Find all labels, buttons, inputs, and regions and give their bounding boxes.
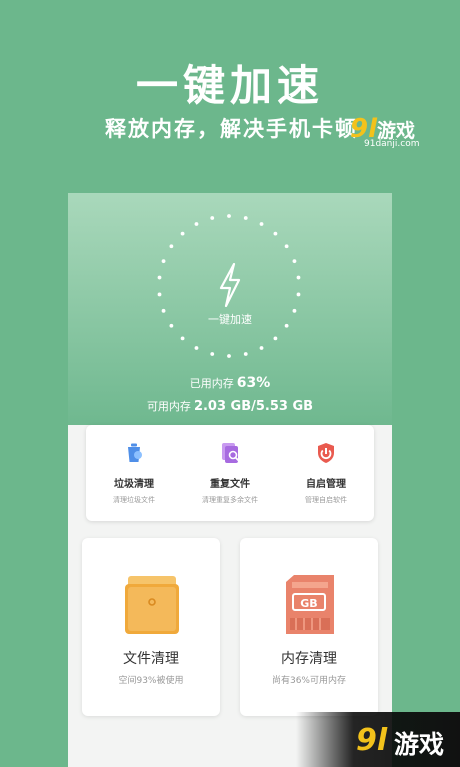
dial-dot (194, 222, 199, 226)
phone-screen: 一键加速 已用内存 63% 可用内存 2.03 GB/5.53 GB 垃圾清理 清理… (68, 193, 392, 767)
dial-dot (194, 346, 199, 350)
dial-dot (157, 275, 162, 280)
memory-clean-card[interactable]: GB 内存清理 尚有36%可用内存 (240, 538, 378, 716)
dial-dot (227, 214, 231, 218)
dial-dot (273, 231, 278, 236)
dial-dot (161, 259, 166, 264)
available-memory-value: 2.03 GB/5.53 GB (193, 399, 314, 414)
duplicate-file-icon (222, 443, 240, 463)
dial-dot (210, 352, 215, 356)
dial-dot (169, 244, 174, 249)
dial-dot (259, 222, 264, 226)
tool-title: 自启管理 (306, 479, 346, 490)
used-memory-percent: 63% (236, 375, 271, 391)
used-memory-label: 已用内存 (189, 377, 234, 390)
tool-autostart-manage[interactable]: 自启管理 管理自启软件 (278, 441, 374, 505)
tool-junk-clean[interactable]: 垃圾清理 清理垃圾文件 (86, 441, 182, 505)
watermark-top: 9l游戏 91danji.com (350, 114, 446, 154)
svg-text:GB: GB (300, 597, 317, 610)
dial-dot (243, 352, 248, 356)
dial-dot (259, 346, 264, 350)
dial-dot (180, 336, 185, 341)
available-memory: 可用内存 2.03 GB/5.53 GB (68, 398, 392, 414)
lightning-icon (219, 263, 241, 307)
dial-dot (157, 292, 162, 297)
watermark-bottom: 9l 游戏 (296, 712, 460, 767)
promo-headline: 一键加速 (135, 61, 324, 110)
trash-clean-icon (128, 443, 142, 462)
shield-icon (318, 443, 334, 463)
watermark-logo: 9l (356, 723, 388, 758)
dial-dot (296, 275, 301, 280)
tool-title: 垃圾清理 (114, 479, 154, 490)
available-memory-label: 可用内存 (146, 400, 191, 413)
used-memory: 已用内存 63% (68, 375, 392, 391)
card-subtitle: 尚有36%可用内存 (271, 676, 346, 686)
card-subtitle: 空间93%被使用 (118, 676, 184, 686)
watermark-name: 游戏 (394, 730, 445, 759)
tool-duplicate-files[interactable]: 重复文件 清理重复多余文件 (182, 441, 278, 505)
tool-subtitle: 管理自启软件 (305, 496, 347, 504)
promo-subline: 释放内存，解决手机卡顿 (105, 117, 358, 141)
dial-dot (284, 244, 289, 249)
dial-dot (296, 292, 301, 297)
dial-dot (180, 231, 185, 236)
tool-subtitle: 清理重复多余文件 (202, 496, 258, 504)
folder-icon (125, 576, 179, 634)
watermark-url: 91danji.com (364, 139, 420, 149)
card-title: 内存清理 (281, 651, 337, 667)
dial-dot (292, 259, 297, 264)
dial-dot (273, 336, 278, 341)
dial-dot (227, 354, 231, 358)
dial-dot (243, 216, 248, 220)
dial-dot (210, 216, 215, 220)
memory-card-icon: GB (286, 575, 334, 634)
quick-tools-card: 垃圾清理 清理垃圾文件 重复文件 清理重复多余文件 自启管理 管理自启软件 (86, 425, 374, 521)
file-clean-card[interactable]: 文件清理 空间93%被使用 (82, 538, 220, 716)
tool-subtitle: 清理垃圾文件 (113, 496, 155, 504)
boost-label: 一键加速 (208, 313, 252, 326)
tool-title: 重复文件 (210, 479, 250, 490)
card-title: 文件清理 (123, 651, 179, 667)
boost-panel: 一键加速 已用内存 63% 可用内存 2.03 GB/5.53 GB (68, 193, 392, 425)
